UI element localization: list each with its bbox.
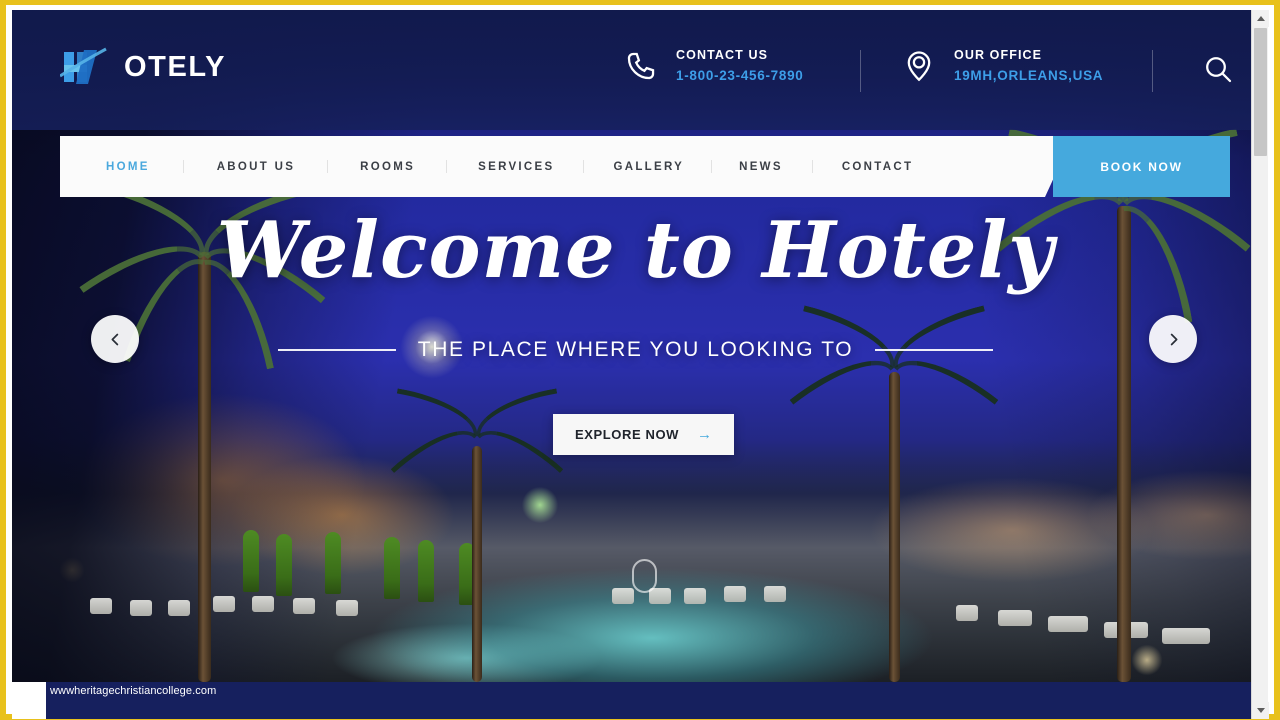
arrow-right-icon: → <box>697 426 713 443</box>
search-icon[interactable] <box>1202 53 1234 85</box>
nav-separator <box>446 160 448 173</box>
main-navigation: HOME ABOUT US ROOMS SERVICES GALLERY NEWS CONT… <box>60 136 1230 197</box>
nav-separator <box>327 160 329 173</box>
nav-item-rooms[interactable]: ROOMS <box>360 161 415 173</box>
hero-subtitle-row: THE PLACE WHERE YOU LOOKING TO <box>12 338 1259 362</box>
nav-separator <box>182 160 184 173</box>
scrollbar-thumb[interactable] <box>1254 28 1267 156</box>
scroll-up-button[interactable] <box>1252 10 1269 27</box>
browser-status-bar: wwwheritagechristiancollege.com <box>12 682 1259 719</box>
hero-subtitle: THE PLACE WHERE YOU LOOKING TO <box>417 338 854 361</box>
chevron-left-icon <box>111 333 118 345</box>
nav-items-container: HOME ABOUT US ROOMS SERVICES GALLERY NEWS CONT… <box>60 136 1073 197</box>
contact-label: CONTACT US <box>676 48 769 62</box>
nav-item-gallery[interactable]: GALLERY <box>613 161 684 173</box>
hotel-landing-page: OTELY CONTACT US 1-800-23-456-7890 OUR O… <box>12 10 1259 682</box>
location-pin-icon <box>902 49 936 83</box>
nav-separator <box>583 160 585 173</box>
header-divider <box>1152 50 1153 92</box>
hotel-h-logo-icon <box>59 46 122 88</box>
browser-frame: OTELY CONTACT US 1-800-23-456-7890 OUR O… <box>0 0 1280 720</box>
site-logo[interactable]: OTELY <box>59 46 227 88</box>
nav-item-home[interactable]: HOME <box>106 161 150 173</box>
contact-phone[interactable]: 1-800-23-456-7890 <box>676 68 804 83</box>
hero-title: Welcome to Hotely <box>216 205 1055 296</box>
site-header: OTELY CONTACT US 1-800-23-456-7890 OUR O… <box>12 10 1259 130</box>
carousel-next-button[interactable] <box>1149 315 1197 363</box>
header-office-block[interactable]: OUR OFFICE 19MH,ORLEANS,USA <box>902 48 1103 83</box>
scroll-down-button[interactable] <box>1252 702 1269 719</box>
header-contact-block[interactable]: CONTACT US 1-800-23-456-7890 <box>624 48 804 83</box>
office-label: OUR OFFICE <box>954 48 1043 62</box>
status-bar-blank <box>12 682 46 719</box>
explore-now-label: EXPLORE NOW <box>574 427 680 442</box>
nav-item-news[interactable]: NEWS <box>739 161 783 173</box>
nav-separator <box>811 160 813 173</box>
scroll-down-icon[interactable] <box>632 559 657 593</box>
explore-now-button[interactable]: EXPLORE NOW → <box>553 414 734 455</box>
logo-text: OTELY <box>124 50 227 83</box>
nav-item-contact[interactable]: CONTACT <box>842 161 913 173</box>
browser-viewport: OTELY CONTACT US 1-800-23-456-7890 OUR O… <box>12 10 1259 719</box>
chevron-right-icon <box>1170 333 1177 345</box>
carousel-prev-button[interactable] <box>91 315 139 363</box>
triangle-up-icon <box>1256 16 1265 21</box>
header-divider <box>860 50 861 92</box>
nav-item-about-us[interactable]: ABOUT US <box>217 161 295 173</box>
vertical-scrollbar[interactable] <box>1251 10 1269 719</box>
status-bar-url: wwwheritagechristiancollege.com <box>50 685 217 697</box>
nav-item-services[interactable]: SERVICES <box>478 161 554 173</box>
triangle-down-icon <box>1256 708 1265 713</box>
nav-separator <box>711 160 713 173</box>
office-address: 19MH,ORLEANS,USA <box>954 68 1104 83</box>
subtitle-rule-left <box>277 349 396 351</box>
phone-icon <box>624 49 658 83</box>
book-now-button[interactable]: BOOK NOW <box>1053 136 1230 197</box>
subtitle-rule-right <box>875 349 994 351</box>
